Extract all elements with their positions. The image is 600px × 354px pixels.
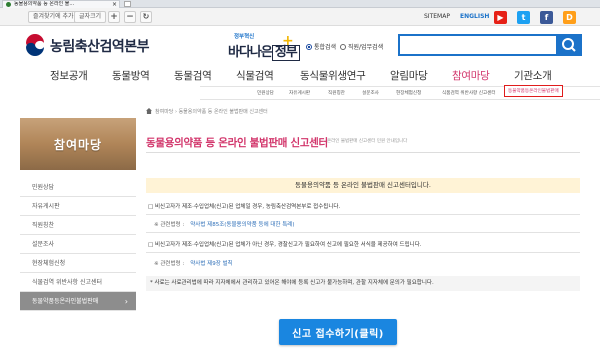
browser-tab-title: 동물용의약품 등 온라인 불... (14, 1, 75, 7)
search-button[interactable] (556, 34, 582, 56)
new-tab-button[interactable] (124, 1, 131, 7)
browser-tab-strip: 동물용의약품 등 온라인 불... × (0, 0, 600, 8)
case-one-text: □ 비신고자가 제조·수입업체(신고)된 업체일 경우, 농림축산검역본부로 접… (148, 204, 341, 210)
radio-unchecked-icon (340, 44, 346, 50)
section-banner: 참여마당 (20, 118, 136, 170)
subnav-plant-violation[interactable]: 식품검역 위반사항 신고센터 (442, 90, 496, 96)
title-divider (146, 152, 580, 153)
subnav-survey[interactable]: 설문조사 (362, 90, 379, 96)
case-two-text: □ 비신고자가 제조·수입업체(신고)된 업체가 아닌 경우, 경찰신고가 필요… (148, 242, 422, 248)
side-menu: 민원상담 자유게시판 직원칭찬 설문조사 현장체험신청 식물검역 위반사항 신고… (20, 178, 136, 311)
breadcrumb-text: 참여마당 › 동물용의약품 등 온라인 불법판매 신고센터 (155, 109, 268, 115)
nav-animal-quarantine[interactable]: 동물검역 (174, 68, 212, 83)
font-increase-button[interactable]: + (108, 11, 120, 23)
subnav-staff-praise[interactable]: 직원칭찬 (328, 90, 345, 96)
page-description: 온라인 불법판매 신고센터 민원 안내입니다 (327, 139, 408, 144)
radio-staff-label: 직원/업무검색 (348, 44, 384, 51)
font-size-label: 글자크기 (74, 11, 107, 23)
law-prefix: ※ 관련법령 : (154, 261, 185, 267)
row-divider (146, 214, 580, 215)
row-divider (146, 252, 580, 253)
twitter-icon[interactable]: t (517, 11, 530, 24)
home-icon[interactable] (146, 108, 152, 114)
slogan-main-part-a: 바다나은 (228, 45, 273, 60)
nav-participation[interactable]: 참여마당 (452, 68, 490, 83)
radio-all-label: 통합검색 (314, 44, 337, 51)
chevron-right-icon: › (124, 297, 128, 306)
sitemap-link[interactable]: SITEMAP (424, 13, 450, 20)
subnav-free-board[interactable]: 자유게시판 (289, 90, 310, 96)
subnav-complaint[interactable]: 민원상담 (257, 90, 274, 96)
side-menu-item-active[interactable]: 동물약품등온라인불법판매 › (20, 292, 136, 311)
side-menu-item[interactable]: 식물검역 위반사항 신고센터 (20, 273, 136, 292)
nav-info-disclosure[interactable]: 정보공개 (50, 68, 88, 83)
government-logo-icon[interactable] (24, 34, 46, 56)
browser-tab[interactable]: 동물용의약품 등 온라인 불... × (2, 0, 120, 8)
english-link[interactable]: ENGLISH (460, 13, 489, 20)
section-banner-title: 참여마당 (53, 138, 103, 152)
site-header: 농림축산검역본부 정부혁신 바다나은 정부 + 통합검색 직원/업무검색 (0, 26, 600, 64)
facebook-icon[interactable]: f (540, 11, 553, 24)
case-one-law-row: ※ 관련법령 : 약사법 제85조(동물용의약품 등에 대한 특례) (146, 220, 580, 228)
case-two-law-row: ※ 관련법령 : 약사법 제9장 벌칙 (146, 259, 580, 267)
row-divider (146, 232, 580, 233)
slogan-top-text: 정부혁신 (234, 34, 255, 40)
content-headline: 동물용의약품 등 온라인 불법판매 신고센터입니다. (146, 178, 580, 193)
utility-bar: 즐겨찾기에 추가 글자크기 + − ↻ SITEMAP ENGLISH ▶ t … (0, 8, 600, 26)
agency-name[interactable]: 농림축산검역본부 (50, 36, 150, 56)
nav-animal-disease[interactable]: 동물방역 (112, 68, 150, 83)
close-tab-icon[interactable]: × (112, 1, 117, 8)
search-input[interactable] (398, 34, 558, 56)
nav-about[interactable]: 기관소개 (514, 68, 552, 83)
nav-plant-quarantine[interactable]: 식물검역 (236, 68, 274, 83)
subnav-online-illegal-sales[interactable]: 동물약품등온라인불법판매 (504, 85, 563, 97)
blog-icon[interactable]: D (563, 11, 576, 24)
youtube-icon[interactable]: ▶ (494, 11, 507, 24)
law-prefix: ※ 관련법령 : (154, 222, 185, 228)
nav-research[interactable]: 동식물위생연구 (300, 68, 366, 83)
breadcrumb: 참여마당 › 동물용의약품 등 온라인 불법판매 신고센터 (146, 108, 268, 115)
font-reset-button[interactable]: ↻ (140, 11, 152, 23)
government-innovation-logo: 정부혁신 바다나은 정부 + (226, 32, 300, 61)
radio-staff-search[interactable]: 직원/업무검색 (340, 42, 383, 51)
feed-notice: * 사료는 사료관리법에 따라 지자체에서 관리하고 있어온 해야에 등록 신고… (146, 276, 580, 291)
add-favorites-button[interactable]: 즐겨찾기에 추가 (28, 11, 79, 23)
report-submit-button[interactable]: 신고 접수하기(클릭) (279, 319, 397, 345)
radio-all-search[interactable]: 통합검색 (306, 42, 336, 51)
radio-checked-icon (306, 44, 312, 50)
nav-notice[interactable]: 알림마당 (390, 68, 428, 83)
law-link-penalty[interactable]: 약사법 제9장 벌칙 (190, 261, 232, 267)
font-decrease-button[interactable]: − (124, 11, 136, 23)
law-link-85[interactable]: 약사법 제85조(동물용의약품 등에 대한 특례) (190, 222, 294, 228)
page-title: 동물용의약품 등 온라인 불법판매 신고센터 (146, 137, 328, 149)
subnav-field-experience[interactable]: 현장체험신청 (396, 90, 421, 96)
side-menu-item[interactable]: 자유게시판 (20, 197, 136, 216)
side-menu-item[interactable]: 민원상담 (20, 178, 136, 197)
plus-icon: + (282, 33, 294, 49)
search-icon (562, 38, 576, 52)
site-favicon-icon (6, 2, 11, 7)
side-menu-item[interactable]: 현장체험신청 (20, 254, 136, 273)
side-menu-item[interactable]: 설문조사 (20, 235, 136, 254)
side-menu-item-label: 동물약품등온라인불법판매 (32, 298, 99, 305)
sub-navigation: 민원상담 자유게시판 직원칭찬 설문조사 현장체험신청 식품검역 위반사항 신고… (200, 85, 600, 100)
side-menu-item[interactable]: 직원칭찬 (20, 216, 136, 235)
main-navigation: 정보공개 동물방역 동물검역 식물검역 동식물위생연구 알림마당 참여마당 기관… (0, 64, 600, 86)
